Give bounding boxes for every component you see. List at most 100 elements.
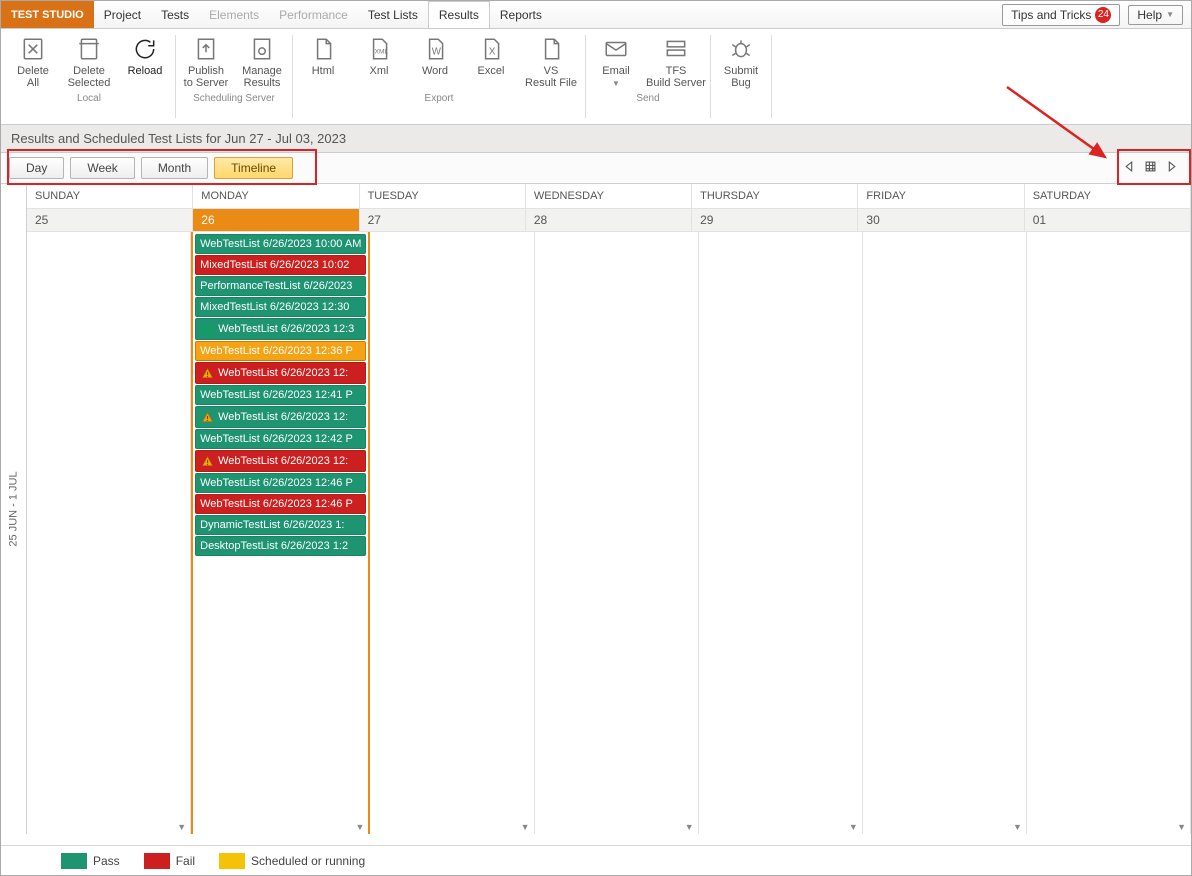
chevron-down-icon[interactable]: ▼ <box>1013 822 1022 832</box>
bug-icon <box>727 35 755 63</box>
result-event[interactable]: WebTestList 6/26/2023 12:36 P <box>195 341 366 361</box>
submit-bug-label: Submit Bug <box>724 65 758 89</box>
view-day-button[interactable]: Day <box>9 157 64 179</box>
result-event[interactable]: WebTestList 6/26/2023 12:42 P <box>195 429 366 449</box>
help-button[interactable]: Help ▼ <box>1128 5 1183 25</box>
day-content-sunday: ▼ <box>27 232 191 834</box>
email-icon <box>602 35 630 63</box>
tips-label: Tips and Tricks <box>1011 8 1091 22</box>
legend-pass-swatch <box>61 853 87 869</box>
reload-button[interactable]: Reload <box>117 31 173 93</box>
calendar-grid-icon <box>1145 161 1156 172</box>
menu-elements: Elements <box>199 1 269 28</box>
publish-icon <box>192 35 220 63</box>
result-event[interactable]: MixedTestList 6/26/2023 10:02 <box>195 255 366 275</box>
export-html-button[interactable]: Html <box>295 31 351 93</box>
result-event[interactable]: WebTestList 6/26/2023 12:46 P <box>195 494 366 514</box>
result-event-label: WebTestList 6/26/2023 12: <box>218 455 348 467</box>
chevron-down-icon[interactable]: ▼ <box>849 822 858 832</box>
email-button[interactable]: Email ▼ <box>588 31 644 93</box>
result-event[interactable]: WebTestList 6/26/2023 12: <box>195 362 366 384</box>
date-cell-today[interactable]: 26 <box>193 209 359 232</box>
view-timeline-button[interactable]: Timeline <box>214 157 293 179</box>
export-word-button[interactable]: W Word <box>407 31 463 93</box>
result-event[interactable]: PerformanceTestList 6/26/2023 <box>195 276 366 296</box>
date-cell[interactable]: 30 <box>858 209 1024 232</box>
calendar: 25 JUN - 1 JUL SUNDAY MONDAY TUESDAY WED… <box>1 184 1191 834</box>
date-cell[interactable]: 27 <box>360 209 526 232</box>
chevron-down-icon: ▼ <box>1166 10 1174 19</box>
nav-prev-button[interactable] <box>1124 161 1135 175</box>
result-event[interactable]: DynamicTestList 6/26/2023 1: <box>195 515 366 535</box>
delete-all-button[interactable]: Delete All <box>5 31 61 93</box>
date-cell[interactable]: 29 <box>692 209 858 232</box>
chevron-down-icon[interactable]: ▼ <box>521 822 530 832</box>
excel-label: Excel <box>478 65 505 77</box>
chevron-down-icon[interactable]: ▼ <box>177 822 186 832</box>
menu-tests[interactable]: Tests <box>151 1 199 28</box>
reload-label: Reload <box>128 65 163 77</box>
chevron-down-icon[interactable]: ▼ <box>355 822 364 832</box>
svg-text:XML: XML <box>375 48 389 55</box>
word-label: Word <box>422 65 448 77</box>
day-content-monday: WebTestList 6/26/2023 10:00 AM MixedTestL… <box>191 232 370 834</box>
svg-text:W: W <box>432 46 442 57</box>
day-content-tuesday: ▼ <box>370 232 534 834</box>
chevron-down-icon[interactable]: ▼ <box>685 822 694 832</box>
menu-reports[interactable]: Reports <box>490 1 552 28</box>
day-header: WEDNESDAY <box>526 184 692 209</box>
publish-button[interactable]: Publish to Server <box>178 31 234 93</box>
date-cell[interactable]: 25 <box>27 209 193 232</box>
nav-today-button[interactable] <box>1145 161 1156 175</box>
result-event[interactable]: WebTestList 6/26/2023 12:41 P <box>195 385 366 405</box>
result-event-label: MixedTestList 6/26/2023 10:02 <box>200 259 349 271</box>
xml-file-icon: XML <box>365 35 393 63</box>
delete-selected-button[interactable]: Delete Selected <box>61 31 117 93</box>
result-event-label: MixedTestList 6/26/2023 12:30 <box>200 301 349 313</box>
result-event[interactable]: WebTestList 6/26/2023 10:00 AM <box>195 234 366 254</box>
export-excel-button[interactable]: X Excel <box>463 31 519 93</box>
result-event[interactable]: WebTestList 6/26/2023 12:46 P <box>195 473 366 493</box>
result-event[interactable]: MixedTestList 6/26/2023 12:30 <box>195 297 366 317</box>
menu-performance: Performance <box>269 1 358 28</box>
help-label: Help <box>1137 8 1162 22</box>
view-week-button[interactable]: Week <box>70 157 134 179</box>
result-event[interactable]: WebTestList 6/26/2023 12: <box>195 406 366 428</box>
result-event[interactable]: DesktopTestList 6/26/2023 1:2 <box>195 536 366 556</box>
result-event-label: DynamicTestList 6/26/2023 1: <box>200 519 344 531</box>
menu-testlists[interactable]: Test Lists <box>358 1 428 28</box>
day-header-row: SUNDAY MONDAY TUESDAY WEDNESDAY THURSDAY… <box>27 184 1191 209</box>
export-xml-button[interactable]: XML Xml <box>351 31 407 93</box>
date-row: 25 26 27 28 29 30 01 <box>27 209 1191 232</box>
day-header: MONDAY <box>193 184 359 209</box>
manage-results-button[interactable]: Manage Results <box>234 31 290 93</box>
menu-project[interactable]: Project <box>94 1 151 28</box>
chevron-down-icon[interactable]: ▼ <box>1177 822 1186 832</box>
day-header: TUESDAY <box>360 184 526 209</box>
view-month-button[interactable]: Month <box>141 157 208 179</box>
brand-label: TEST STUDIO <box>1 1 94 28</box>
legend-sched-swatch <box>219 853 245 869</box>
result-event-label: WebTestList 6/26/2023 12: <box>218 411 348 423</box>
manage-icon <box>248 35 276 63</box>
vs-label: VS Result File <box>525 65 577 89</box>
export-vs-button[interactable]: VS Result File <box>519 31 583 93</box>
result-event[interactable]: WebTestList 6/26/2023 12: <box>195 450 366 472</box>
nav-next-button[interactable] <box>1166 161 1177 175</box>
result-event-label: WebTestList 6/26/2023 10:00 AM <box>200 238 361 250</box>
manage-label: Manage Results <box>242 65 282 89</box>
tfs-button[interactable]: TFS Build Server <box>644 31 708 93</box>
date-cell[interactable]: 28 <box>526 209 692 232</box>
menu-results[interactable]: Results <box>428 1 490 28</box>
result-event-label: WebTestList 6/26/2023 12:36 P <box>200 345 353 357</box>
day-content-friday: ▼ <box>863 232 1027 834</box>
date-cell[interactable]: 01 <box>1025 209 1191 232</box>
result-event-label: DesktopTestList 6/26/2023 1:2 <box>200 540 348 552</box>
result-event[interactable]: WebTestList 6/26/2023 12:3 <box>195 318 366 340</box>
tips-badge: 24 <box>1095 7 1111 23</box>
view-toolbar: Day Week Month Timeline <box>1 153 1191 184</box>
submit-bug-button[interactable]: Submit Bug <box>713 31 769 93</box>
server-icon <box>662 35 690 63</box>
legend-sched-label: Scheduled or running <box>251 854 365 868</box>
tips-and-tricks-button[interactable]: Tips and Tricks 24 <box>1002 4 1120 26</box>
